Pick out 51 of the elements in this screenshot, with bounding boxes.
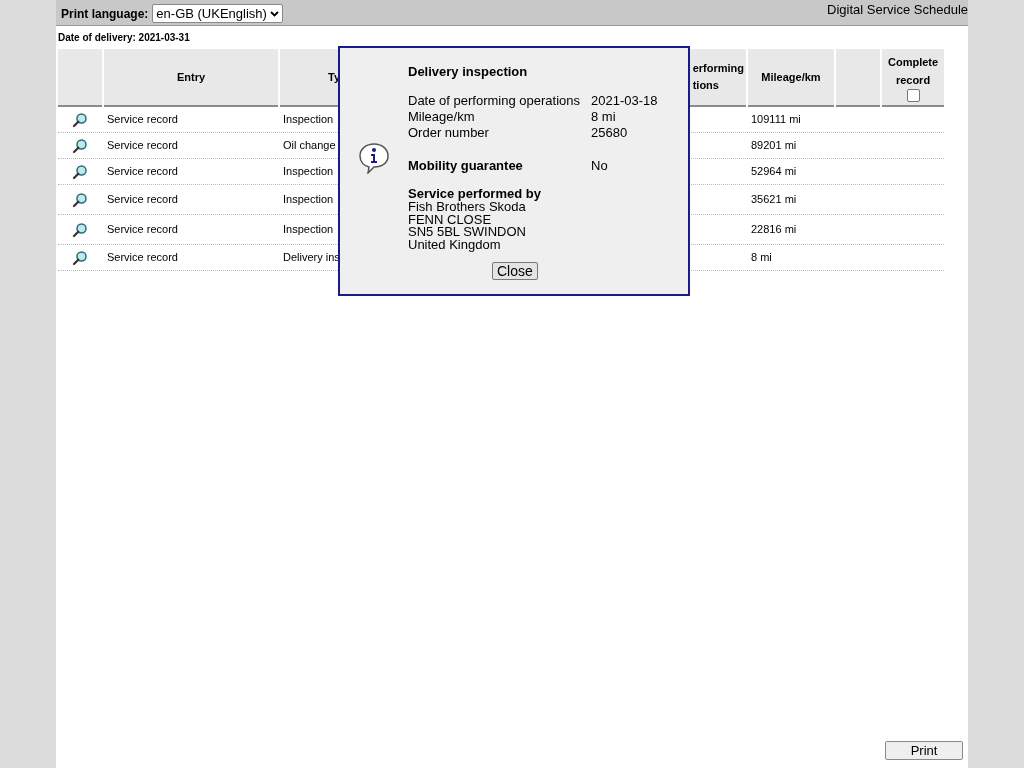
header-cell bbox=[58, 49, 102, 107]
mileage-cell: 22816 mi bbox=[751, 223, 797, 236]
magnifier-icon[interactable] bbox=[72, 191, 88, 208]
magnifier-icon[interactable] bbox=[72, 221, 88, 238]
service-heading: Service performed by bbox=[408, 187, 541, 201]
type-cell: Inspection bbox=[283, 223, 334, 236]
magnifier-icon[interactable] bbox=[72, 111, 88, 128]
type-cell: Inspection bbox=[283, 193, 334, 206]
address-line: FENN CLOSE bbox=[408, 213, 492, 226]
field-label: Mobility guarantee bbox=[408, 158, 524, 174]
entry-cell-text: Service record bbox=[106, 222, 179, 238]
field-value: No bbox=[591, 158, 608, 174]
magnifier-icon[interactable] bbox=[72, 137, 88, 154]
field-value: 25680 bbox=[591, 125, 628, 141]
type-cell: Inspection bbox=[283, 113, 334, 126]
column-header: erforming bbox=[692, 61, 744, 76]
print-button[interactable]: Print bbox=[885, 741, 963, 760]
field-value: 2021-03-18 bbox=[591, 93, 658, 109]
complete-checkbox[interactable] bbox=[906, 88, 920, 102]
type-cell: Inspection bbox=[283, 165, 334, 178]
address-line: Fish Brothers Skoda bbox=[408, 201, 526, 214]
entry-cell-text: Service record bbox=[106, 164, 179, 180]
delivery-date: Date of delivery: 2021-03-31 bbox=[58, 31, 190, 45]
mileage-cell: 89201 mi bbox=[751, 139, 797, 152]
entry-cell-text: Service record bbox=[106, 250, 179, 266]
info-icon bbox=[358, 142, 390, 174]
language-select[interactable]: en-GB (UKEnglish) bbox=[152, 4, 283, 23]
mileage-cell: 8 mi bbox=[751, 251, 772, 264]
mileage-cell: 52964 mi bbox=[751, 165, 797, 178]
field-label: Order number bbox=[408, 125, 490, 141]
mileage-cell: 35621 mi bbox=[751, 193, 797, 206]
print-language-label: Print language: bbox=[61, 5, 149, 23]
entry-cell-text: Service record bbox=[106, 112, 179, 128]
column-header: Complete record bbox=[888, 54, 938, 88]
field-label: Mileage/km bbox=[408, 109, 476, 125]
mileage-cell: 109111 mi bbox=[751, 113, 801, 126]
column-header: Mileage/km bbox=[748, 49, 834, 107]
column-header: Entry bbox=[104, 49, 278, 107]
field-value: 8 mi bbox=[591, 109, 616, 125]
close-button[interactable]: Close bbox=[492, 262, 538, 280]
app-title: Digital Service Schedule bbox=[827, 1, 968, 19]
type-cell: Oil change bbox=[283, 139, 336, 152]
magnifier-icon[interactable] bbox=[72, 249, 88, 266]
address-line: United Kingdom bbox=[408, 238, 501, 251]
magnifier-icon[interactable] bbox=[72, 163, 88, 180]
entry-cell-text: Service record bbox=[106, 138, 179, 154]
address-line: SN5 5BL SWINDON bbox=[408, 226, 526, 239]
chevron-down-icon bbox=[269, 10, 279, 17]
entry-cell-text: Service record bbox=[106, 192, 179, 208]
header-cell bbox=[836, 49, 880, 107]
column-header: tions bbox=[692, 78, 719, 93]
